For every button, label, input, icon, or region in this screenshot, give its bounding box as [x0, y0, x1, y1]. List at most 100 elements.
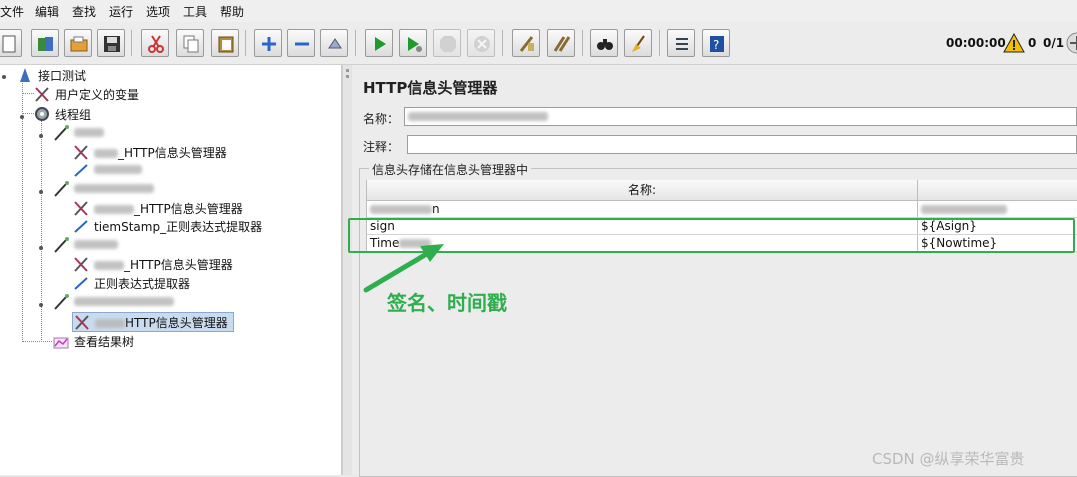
new-button[interactable] [0, 29, 22, 57]
start-no-pause-button[interactable] [399, 29, 427, 57]
test-plan-icon [20, 68, 30, 82]
new-icon [2, 35, 16, 53]
menu-help[interactable]: 帮助 [220, 3, 244, 20]
table-row[interactable]: n [367, 201, 1077, 218]
reset-search-button[interactable] [624, 29, 652, 57]
toolbar-separator [245, 30, 246, 56]
toolbar-separator [131, 30, 132, 56]
thread-ratio: 0/1 [1043, 36, 1065, 50]
search-button[interactable] [590, 29, 618, 57]
shutdown-button[interactable] [467, 29, 495, 57]
open-button[interactable] [64, 29, 92, 57]
shutdown-icon [474, 36, 490, 52]
splitter-grip [346, 75, 349, 78]
remote-icon[interactable] [1066, 32, 1077, 54]
cut-button[interactable] [141, 29, 169, 57]
pipette-icon [54, 237, 69, 253]
binoculars-icon [597, 39, 613, 50]
tree-connector [22, 341, 52, 342]
start-no-pause-icon [408, 37, 422, 52]
toggle-button[interactable] [320, 29, 348, 57]
wrench-icon [74, 145, 88, 160]
menu-tools[interactable]: 工具 [183, 3, 207, 20]
tree-toggle[interactable] [37, 185, 45, 194]
tree-toggle[interactable] [18, 110, 26, 119]
broom-icon [632, 35, 645, 52]
pipette-icon [54, 294, 69, 310]
menu-options[interactable]: 选项 [146, 3, 170, 20]
toolbar-separator [355, 30, 356, 56]
paste-icon [218, 36, 234, 53]
column-header-name[interactable]: 名称: [367, 180, 917, 201]
menu-bar: 文件 编辑 查找 运行 选项 工具 帮助 [0, 0, 1077, 22]
start-icon [375, 37, 386, 51]
menu-search[interactable]: 查找 [72, 3, 96, 20]
wrench-icon [74, 257, 88, 272]
toggle-icon [328, 38, 342, 49]
clear-all-button[interactable] [547, 29, 575, 57]
toolbar: ? 00:00:00 0 0/1 [0, 22, 1077, 65]
save-button[interactable] [97, 29, 125, 57]
name-input[interactable] [404, 107, 1077, 126]
comment-input[interactable] [407, 135, 1077, 154]
clear-all-icon [553, 36, 571, 52]
wrench-icon [74, 201, 88, 216]
group-title: 信息头存储在信息头管理器中 [369, 161, 532, 178]
tree-toggle[interactable] [37, 241, 45, 250]
open-icon [70, 36, 88, 52]
copy-icon [183, 35, 199, 53]
column-header-value[interactable] [918, 180, 1077, 201]
save-icon [104, 36, 120, 52]
start-button[interactable] [365, 29, 393, 57]
menu-file[interactable]: 文件 [0, 3, 24, 20]
chart-icon [53, 337, 69, 349]
clear-icon [519, 36, 534, 52]
tree-toggle[interactable] [37, 129, 45, 138]
stop-icon [440, 36, 456, 52]
help-button[interactable]: ? [702, 29, 730, 57]
stop-button[interactable] [433, 29, 461, 57]
expand-icon [262, 37, 276, 51]
expand-button[interactable] [254, 29, 282, 57]
paste-button[interactable] [211, 29, 239, 57]
comment-label: 注释： [363, 140, 400, 154]
toolbar-separator [582, 30, 583, 56]
toolbar-separator [659, 30, 660, 56]
collapse-button[interactable] [287, 29, 315, 57]
tree-toggle[interactable] [0, 70, 8, 79]
pane-splitter[interactable] [342, 65, 352, 475]
header-manager-panel: HTTP信息头管理器 名称： 注释： 信息头存储在信息头管理器中 名称: n s… [352, 65, 1077, 477]
svg-text:?: ? [713, 38, 719, 52]
function-helper-button[interactable] [667, 29, 695, 57]
tree-toggle[interactable] [37, 298, 45, 307]
help-icon: ? [710, 36, 724, 52]
elapsed-timer: 00:00:00 [946, 36, 1006, 50]
pipette-icon [54, 125, 69, 141]
watermark: CSDN @纵享荣华富贵 [872, 450, 1025, 468]
warning-count: 0 [1028, 36, 1037, 50]
tree-node-header-manager-selected[interactable]: HTTP信息头管理器 [72, 312, 234, 332]
arrow-icon [74, 220, 88, 233]
copy-button[interactable] [176, 29, 204, 57]
warning-icon[interactable] [1003, 33, 1025, 53]
collapse-icon [295, 42, 309, 46]
annotation-text: 签名、时间戳 [387, 291, 507, 315]
arrow-icon [74, 164, 88, 177]
splitter-grip [346, 69, 349, 72]
wrench-icon [75, 315, 89, 330]
pipette-icon [54, 181, 69, 197]
cut-icon [148, 35, 164, 53]
menu-edit[interactable]: 编辑 [35, 3, 59, 20]
templates-icon [38, 37, 53, 51]
list-icon [676, 38, 688, 50]
panel-title: HTTP信息头管理器 [363, 79, 498, 97]
name-label: 名称： [363, 112, 400, 126]
highlight-box [348, 218, 1075, 253]
wrench-icon [35, 87, 49, 102]
toolbar-separator [502, 30, 503, 56]
menu-run[interactable]: 运行 [109, 3, 133, 20]
test-plan-tree[interactable]: 接口测试 用户定义的变量 线程组 _HTTP信息头管理器 _HTTP信息头管理器… [0, 65, 342, 475]
clear-button[interactable] [512, 29, 540, 57]
templates-button[interactable] [31, 29, 59, 57]
arrow-icon [74, 277, 88, 290]
